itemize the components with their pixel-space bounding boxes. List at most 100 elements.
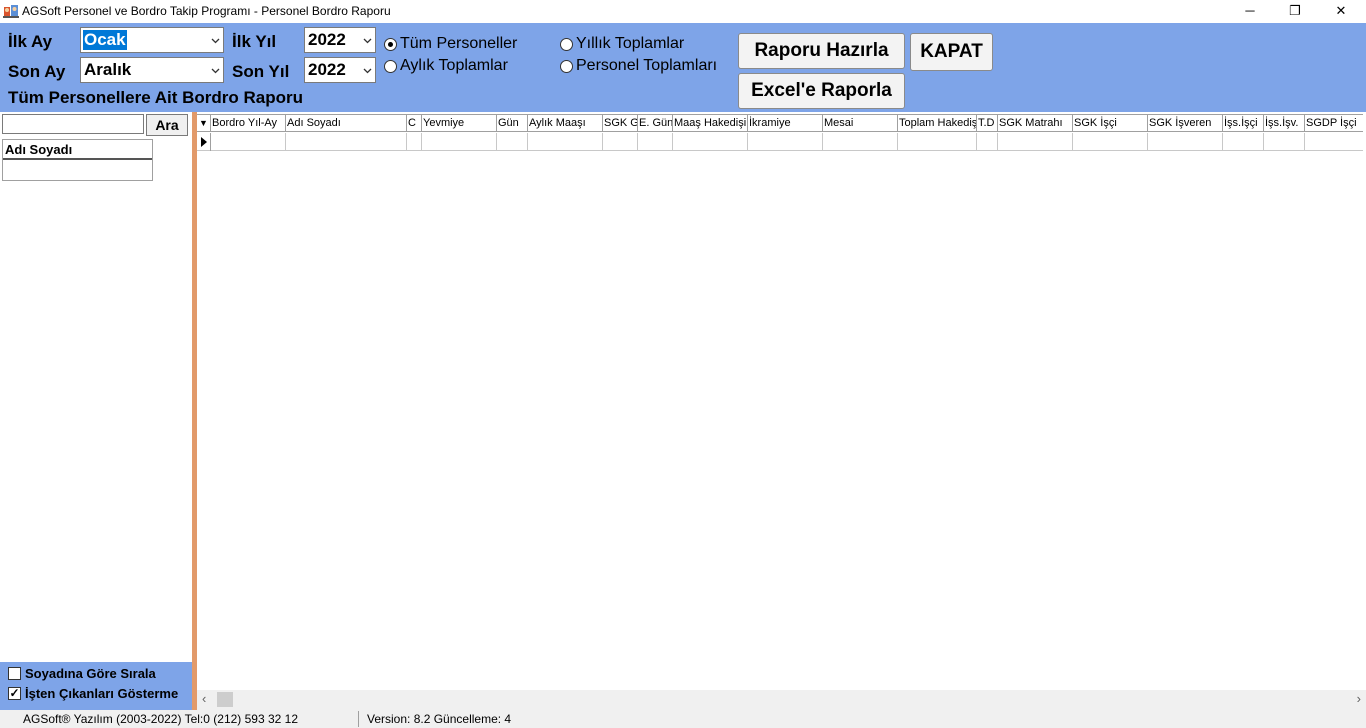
table-cell[interactable]: [1073, 133, 1148, 151]
scroll-thumb[interactable]: [217, 692, 233, 707]
grid-header: ▼ Bordro Yıl-Ay Adı Soyadı C Yevmiye Gün…: [197, 114, 1363, 132]
minimize-button[interactable]: ─: [1227, 0, 1273, 23]
report-caption: Tüm Personellere Ait Bordro Raporu: [8, 88, 304, 107]
status-version: Version: 8.2 Güncelleme: 4: [367, 712, 512, 726]
radio-indicator: [384, 59, 397, 73]
column-header-adi-soyadi[interactable]: Adı Soyadı: [3, 140, 152, 160]
app-icon: [3, 5, 19, 18]
table-cell[interactable]: [748, 133, 823, 151]
column-header[interactable]: Gün: [497, 115, 528, 132]
kapat-button[interactable]: KAPAT: [910, 33, 993, 71]
left-options-panel: Soyadına Göre Sırala ✓ İşten Çıkanları G…: [0, 662, 192, 710]
radio-aylik-toplamlar[interactable]: Aylık Toplamlar: [384, 57, 508, 75]
filter-panel: İlk Ay Ocak Son Ay Aralık İlk Yıl 2022 S…: [0, 23, 1366, 112]
status-bar: AGSoft® Yazılım (2003-2022) Tel:0 (212) …: [0, 710, 1366, 728]
search-button[interactable]: Ara: [146, 114, 188, 136]
excel-export-button[interactable]: Excel'e Raporla: [738, 73, 905, 109]
column-header[interactable]: C: [407, 115, 422, 132]
column-header[interactable]: SGK Matrahı: [998, 115, 1073, 132]
radio-indicator: [560, 37, 573, 51]
table-cell[interactable]: [1148, 133, 1223, 151]
column-header[interactable]: SGDP İşçi: [1305, 115, 1363, 132]
restore-button[interactable]: ❐: [1272, 0, 1318, 23]
table-cell[interactable]: [977, 133, 998, 151]
table-cell[interactable]: [898, 133, 977, 151]
ilk-ay-select[interactable]: Ocak: [80, 27, 224, 53]
column-chooser-icon[interactable]: ▼: [197, 115, 211, 132]
column-header[interactable]: Adı Soyadı: [286, 115, 407, 132]
scroll-left-icon[interactable]: ‹: [202, 691, 206, 706]
son-yil-label: Son Yıl: [232, 62, 290, 81]
son-yil-value: 2022: [308, 60, 346, 79]
table-cell[interactable]: [497, 133, 528, 151]
table-cell[interactable]: [673, 133, 748, 151]
raporu-hazirla-button[interactable]: Raporu Hazırla: [738, 33, 905, 69]
title-bar: AGSoft Personel ve Bordro Takip Programı…: [0, 0, 1366, 23]
son-ay-value: Aralık: [84, 60, 132, 79]
status-divider: [358, 711, 359, 727]
column-header[interactable]: İşs.İşv.: [1264, 115, 1305, 132]
column-header[interactable]: Bordro Yıl-Ay: [211, 115, 286, 132]
column-header[interactable]: SGK İşveren: [1148, 115, 1223, 132]
sort-by-surname-checkbox[interactable]: Soyadına Göre Sırala: [8, 666, 156, 681]
ilk-yil-select[interactable]: 2022: [304, 27, 376, 53]
column-header[interactable]: SGK İşçi: [1073, 115, 1148, 132]
personnel-list[interactable]: Adı Soyadı: [2, 139, 153, 181]
table-cell[interactable]: [528, 133, 603, 151]
table-cell[interactable]: [998, 133, 1073, 151]
table-cell[interactable]: [603, 133, 638, 151]
column-header[interactable]: İşs.İşçi: [1223, 115, 1264, 132]
table-cell[interactable]: [823, 133, 898, 151]
bordro-grid[interactable]: ▼ Bordro Yıl-Ay Adı Soyadı C Yevmiye Gün…: [197, 112, 1366, 690]
column-header[interactable]: Mesai: [823, 115, 898, 132]
window-title: AGSoft Personel ve Bordro Takip Programı…: [22, 4, 391, 18]
chevron-down-icon: [363, 38, 372, 44]
search-input[interactable]: [2, 114, 144, 134]
table-cell[interactable]: [286, 133, 407, 151]
checkbox-box: [8, 667, 21, 680]
radio-label: Tüm Personeller: [400, 35, 518, 52]
radio-personel-toplamlari[interactable]: Personel Toplamları: [560, 57, 717, 75]
table-cell[interactable]: [1223, 133, 1264, 151]
radio-indicator: [384, 37, 397, 51]
son-ay-select[interactable]: Aralık: [80, 57, 224, 83]
checkbox-label: İşten Çıkanları Gösterme: [25, 686, 179, 701]
radio-yillik-toplamlar[interactable]: Yıllık Toplamlar: [560, 35, 684, 53]
table-row[interactable]: [197, 133, 1363, 151]
column-header[interactable]: T.D: [977, 115, 998, 132]
son-yil-select[interactable]: 2022: [304, 57, 376, 83]
radio-label: Aylık Toplamlar: [400, 57, 508, 74]
radio-indicator: [560, 59, 573, 73]
table-cell[interactable]: [422, 133, 497, 151]
radio-label: Personel Toplamları: [576, 57, 718, 74]
ilk-yil-value: 2022: [308, 30, 346, 49]
chevron-down-icon: [363, 68, 372, 74]
scroll-right-icon[interactable]: ›: [1357, 691, 1361, 706]
column-header[interactable]: Yevmiye: [422, 115, 497, 132]
table-cell[interactable]: [638, 133, 673, 151]
radio-label: Yıllık Toplamlar: [576, 35, 685, 52]
hide-leavers-checkbox[interactable]: ✓ İşten Çıkanları Gösterme: [8, 686, 178, 701]
table-cell[interactable]: [211, 133, 286, 151]
column-header[interactable]: Maaş Hakedişi: [673, 115, 748, 132]
radio-tum-personeller[interactable]: Tüm Personeller: [384, 35, 517, 53]
close-button[interactable]: ✕: [1318, 0, 1364, 23]
chevron-down-icon: [211, 68, 220, 74]
ilk-ay-value: Ocak: [83, 30, 127, 50]
column-header[interactable]: İkramiye: [748, 115, 823, 132]
column-header[interactable]: E. Gün: [638, 115, 673, 132]
chevron-down-icon: [211, 38, 220, 44]
table-cell[interactable]: [1305, 133, 1363, 151]
ilk-ay-label: İlk Ay: [8, 32, 53, 51]
check-icon: ✓: [8, 686, 21, 700]
column-header[interactable]: Toplam Hakediş: [898, 115, 977, 132]
personnel-panel: Ara Adı Soyadı: [0, 112, 192, 710]
status-company: AGSoft® Yazılım (2003-2022) Tel:0 (212) …: [23, 712, 299, 726]
horizontal-scrollbar[interactable]: ‹ ›: [197, 690, 1366, 710]
table-cell[interactable]: [407, 133, 422, 151]
checkbox-label: Soyadına Göre Sırala: [25, 666, 156, 681]
table-cell[interactable]: [1264, 133, 1305, 151]
ilk-yil-label: İlk Yıl: [232, 32, 277, 51]
column-header[interactable]: SGK G.: [603, 115, 638, 132]
column-header[interactable]: Aylık Maaşı: [528, 115, 603, 132]
